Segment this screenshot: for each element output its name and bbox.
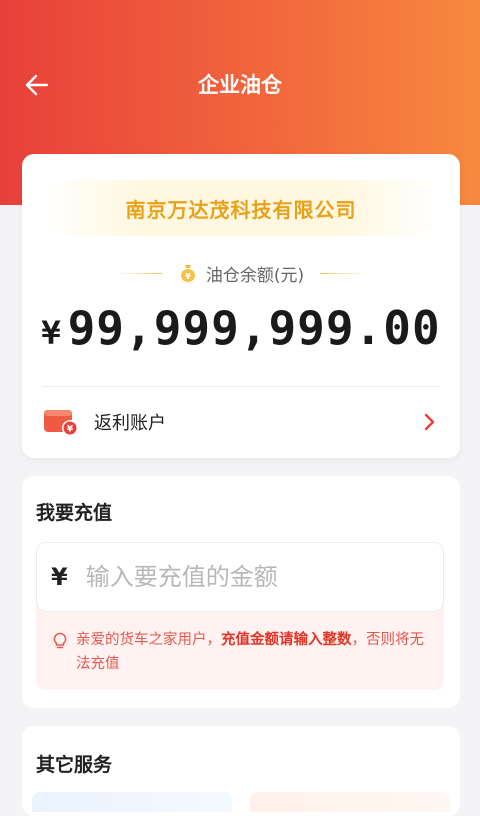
service-tile[interactable]	[250, 792, 450, 812]
balance-label: 油仓余额(元)	[205, 265, 305, 286]
company-name: 南京万达茂科技有限公司	[44, 180, 438, 236]
other-services-card: 其它服务	[22, 726, 460, 816]
decor-line-right	[320, 272, 367, 274]
rebate-account-row[interactable]: ¥ 返利账户	[42, 398, 440, 446]
money-bag-icon: ¥	[180, 265, 195, 282]
balance-currency: ¥	[41, 314, 62, 352]
svg-text:¥: ¥	[185, 272, 191, 281]
recharge-title: 我要充值	[36, 502, 113, 524]
balance-amount: ¥99,999,999.00	[22, 300, 460, 361]
balance-label-row: ¥ 油仓余额(元)	[22, 260, 460, 286]
balance-value: 99,999,999.00	[67, 301, 441, 355]
amount-currency: ¥	[51, 563, 68, 591]
other-services-title: 其它服务	[36, 754, 113, 776]
service-tile[interactable]	[32, 792, 232, 812]
page-title: 企业油仓	[198, 73, 282, 97]
amount-input-box[interactable]: ¥	[36, 542, 444, 612]
svg-text:¥: ¥	[67, 425, 74, 435]
tip-prefix: 亲爱的货车之家用户，	[76, 632, 221, 648]
amount-input[interactable]	[83, 562, 418, 592]
tip-highlight: 充值金额请输入整数	[221, 632, 352, 648]
decor-line-left	[115, 272, 162, 274]
recharge-card: 我要充值 ¥ 亲爱的货车之家用户，充值金额请输入整数，否则将无法充值	[22, 476, 460, 708]
wallet-yen-icon: ¥	[44, 410, 78, 436]
lightbulb-icon	[53, 632, 67, 649]
divider	[42, 386, 440, 387]
recharge-tip: 亲爱的货车之家用户，充值金额请输入整数，否则将无法充值	[36, 604, 444, 690]
account-card: 南京万达茂科技有限公司 ¥ 油仓余额(元) ¥99,999,999.00 ¥ 返…	[22, 154, 460, 458]
chevron-right-icon	[424, 413, 435, 431]
rebate-label: 返利账户	[94, 413, 166, 434]
